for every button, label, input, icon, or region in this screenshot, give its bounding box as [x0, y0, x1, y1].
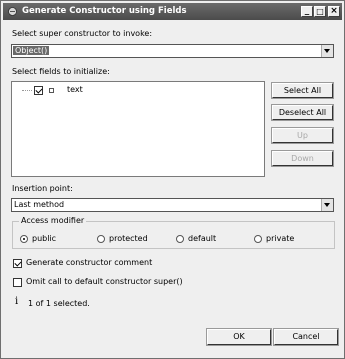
selection-status: 1 of 1 selected. — [28, 299, 90, 308]
maximize-icon: □ — [316, 7, 324, 16]
window-title: Generate Constructor using Fields — [22, 6, 187, 16]
eclipse-app-icon — [8, 7, 17, 16]
close-icon: × — [330, 6, 338, 16]
access-modifier-legend: Access modifier — [19, 216, 87, 225]
super-constructor-label: Select super constructor to invoke: — [12, 29, 153, 38]
super-constructor-value: Object() — [13, 46, 50, 55]
field-checkbox-text[interactable] — [34, 86, 43, 95]
close-button[interactable]: × — [328, 6, 340, 17]
access-modifier-group: Access modifier public protected default… — [12, 216, 335, 249]
omit-super-label[interactable]: Omit call to default constructor super() — [26, 277, 183, 286]
fields-tree[interactable]: text — [11, 81, 265, 177]
radio-default-label[interactable]: default — [188, 234, 216, 243]
chevron-down-icon[interactable] — [321, 199, 333, 211]
generate-comment-checkbox[interactable] — [13, 259, 22, 268]
dialog-window: Generate Constructor using Fields _ □ × … — [0, 0, 345, 359]
info-icon: i — [15, 296, 19, 307]
super-constructor-select[interactable]: Object() — [11, 44, 334, 58]
cancel-button[interactable]: Cancel — [273, 328, 339, 346]
radio-protected[interactable] — [97, 235, 105, 243]
radio-private[interactable] — [254, 235, 262, 243]
field-icon — [49, 88, 54, 93]
radio-protected-label[interactable]: protected — [109, 234, 148, 243]
insertion-point-label: Insertion point: — [12, 184, 73, 193]
radio-public[interactable] — [20, 235, 28, 243]
minimize-icon: _ — [304, 6, 310, 16]
maximize-button[interactable]: □ — [314, 6, 326, 17]
up-button[interactable]: Up — [271, 127, 334, 144]
radio-private-label[interactable]: private — [266, 234, 294, 243]
tree-connector — [22, 90, 32, 91]
down-button[interactable]: Down — [271, 150, 334, 167]
deselect-all-button[interactable]: Deselect All — [271, 104, 334, 121]
omit-super-checkbox[interactable] — [13, 278, 22, 287]
select-all-button[interactable]: Select All — [271, 82, 334, 99]
insertion-point-select[interactable]: Last method — [11, 198, 334, 212]
minimize-button[interactable]: _ — [301, 6, 313, 17]
radio-default[interactable] — [176, 235, 184, 243]
chevron-down-icon[interactable] — [321, 45, 333, 57]
field-name-text: text — [67, 85, 83, 94]
insertion-point-value: Last method — [14, 200, 65, 209]
radio-public-label[interactable]: public — [32, 234, 56, 243]
generate-comment-label[interactable]: Generate constructor comment — [26, 258, 152, 267]
title-bar[interactable]: Generate Constructor using Fields _ □ × — [3, 3, 342, 20]
fields-label: Select fields to initialize: — [12, 67, 110, 76]
ok-button[interactable]: OK — [206, 328, 272, 346]
